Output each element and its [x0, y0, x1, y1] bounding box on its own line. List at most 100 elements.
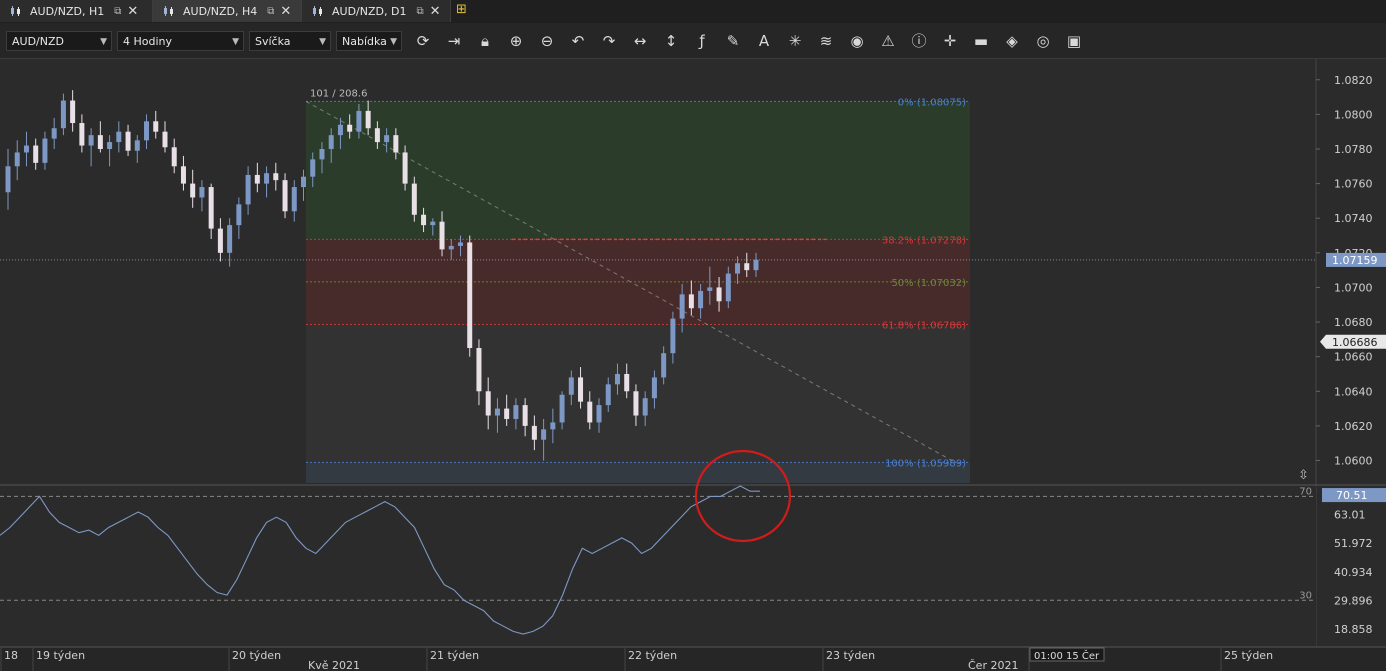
rsi-plot-bg [0, 486, 1316, 647]
candle-body [33, 145, 39, 163]
zoom-out-icon[interactable]: ⊖ [536, 31, 558, 51]
candle-body [14, 152, 20, 167]
new-chart-icon[interactable]: ⊞ [456, 2, 467, 17]
symbol-select[interactable]: AUD/NZD ▼ [6, 31, 112, 51]
price-tick-label: 1.0820 [1334, 74, 1373, 87]
candle-body [51, 128, 57, 139]
cursor-cross-icon[interactable]: ✛ [939, 31, 961, 51]
undo-icon[interactable]: ↶ [567, 31, 589, 51]
candle-body [642, 398, 648, 416]
candle-body [513, 405, 519, 419]
candle-body [735, 263, 741, 274]
candle-body [541, 429, 547, 440]
candle-body [23, 145, 29, 153]
candle-body [698, 290, 704, 309]
candle-body [559, 394, 565, 423]
candle-body [365, 110, 371, 129]
save-icon[interactable]: ▣ [1063, 31, 1085, 51]
tab-bar: AUD/NZD, H1 ⧉ ✕ AUD/NZD, H4 ⧉ ✕ AUD/NZD,… [0, 0, 1386, 24]
vertical-resize-icon[interactable]: ↕ [660, 31, 682, 51]
price-tick-label: 1.0740 [1334, 212, 1373, 225]
cycle-icon[interactable]: ◎ [1032, 31, 1054, 51]
candle-body [171, 147, 177, 167]
candle-body [328, 135, 334, 149]
rsi-level-label: 70 [1299, 486, 1312, 497]
candle-body [144, 121, 150, 141]
refresh-icon[interactable]: ⟳ [412, 31, 434, 51]
candle-body [393, 135, 399, 153]
candle-body [744, 263, 750, 271]
popout-icon[interactable]: ⧉ [416, 6, 423, 17]
week-label: 25 týden [1224, 649, 1273, 662]
alert-icon[interactable]: ⚠ [877, 31, 899, 51]
text-tool-icon[interactable]: A [753, 31, 775, 51]
price-mode-value: Nabídka [342, 35, 387, 48]
candle-body [5, 166, 11, 193]
candle-body [264, 173, 270, 184]
candle-body [725, 273, 731, 302]
chevron-down-icon: ▼ [232, 37, 239, 47]
zoom-in-icon[interactable]: ⊕ [505, 31, 527, 51]
candle-body [494, 408, 500, 416]
time-axis-bg [0, 647, 1386, 671]
tab-audnzd-h4[interactable]: AUD/NZD, H4 ⧉ ✕ [153, 0, 302, 22]
candle-body [402, 152, 408, 184]
rsi-current-value: 70.51 [1336, 489, 1368, 502]
week-label: 21 týden [430, 649, 479, 662]
close-icon[interactable]: ✕ [280, 4, 291, 19]
price-tick-label: 1.0700 [1334, 281, 1373, 294]
week-label: 19 týden [36, 649, 85, 662]
current-price-value: 1.07159 [1332, 254, 1378, 267]
price-tick-label: 1.0780 [1334, 143, 1373, 156]
candle-body [614, 373, 620, 385]
candle-body [587, 401, 593, 423]
popout-icon[interactable]: ⧉ [267, 6, 274, 17]
week-label: 18 [4, 649, 18, 662]
scale-toggle-icon: ⇳ [1298, 468, 1309, 483]
candle-body [670, 318, 676, 354]
candle-body [190, 183, 196, 198]
rsi-level-label: 30 [1299, 590, 1312, 601]
tab-audnzd-d1[interactable]: AUD/NZD, D1 ⧉ ✕ [302, 0, 451, 22]
candle-body [301, 176, 307, 188]
info-icon[interactable]: ⓘ [908, 31, 930, 51]
candle-body [467, 242, 473, 349]
pencil-icon[interactable]: ✎ [722, 31, 744, 51]
price-chart[interactable]: 0% (1.08075) 38.2% (1.07278) 50% (1.07032)… [0, 59, 1386, 671]
close-icon[interactable]: ✕ [127, 4, 138, 19]
layers-icon[interactable]: ≋ [815, 31, 837, 51]
eye-icon[interactable]: ◉ [846, 31, 868, 51]
autoscroll-icon[interactable]: ⇥ [443, 31, 465, 51]
candle-body [79, 123, 85, 146]
crosshair-star-icon[interactable]: ✳ [784, 31, 806, 51]
time-cursor-label: 01:00 15 Čer [1034, 649, 1100, 662]
indicator-fx-icon[interactable]: ƒ [691, 31, 713, 51]
color-bar-icon[interactable]: ▬ [970, 31, 992, 51]
paint-bucket-icon[interactable]: ◈ [1001, 31, 1023, 51]
fib-level-label: 100% (1.05989) [885, 458, 966, 469]
candle-body [180, 166, 186, 184]
chevron-down-icon: ▼ [319, 37, 326, 47]
rsi-tick-label: 51.972 [1334, 537, 1373, 550]
price-tick-label: 1.0600 [1334, 455, 1373, 468]
close-icon[interactable]: ✕ [430, 4, 441, 19]
tab-label: AUD/NZD, H1 [30, 4, 105, 18]
candle-body [310, 159, 316, 177]
candle-body [411, 183, 417, 215]
lock-icon[interactable]: 🔒︎ [474, 31, 496, 51]
candle-body [291, 187, 297, 212]
candle-body [116, 131, 122, 143]
horizontal-resize-icon[interactable]: ↔ [629, 31, 651, 51]
timeframe-value: 4 Hodiny [123, 35, 173, 48]
candle-body [568, 377, 574, 395]
candle-body [107, 142, 113, 149]
price-mode-select[interactable]: Nabídka ▼ [336, 31, 402, 51]
timeframe-select[interactable]: 4 Hodiny ▼ [117, 31, 244, 51]
chart-type-select[interactable]: Svíčka ▼ [249, 31, 331, 51]
candle-body [97, 135, 103, 149]
tab-audnzd-h1[interactable]: AUD/NZD, H1 ⧉ ✕ [0, 0, 153, 22]
popout-icon[interactable]: ⧉ [114, 6, 121, 17]
chart-toolbar: AUD/NZD ▼ 4 Hodiny ▼ Svíčka ▼ Nabídka ▼ ⟳ ⇥ 🔒︎… [0, 23, 1386, 59]
price-tick-label: 1.0660 [1334, 351, 1373, 364]
redo-icon[interactable]: ↷ [598, 31, 620, 51]
